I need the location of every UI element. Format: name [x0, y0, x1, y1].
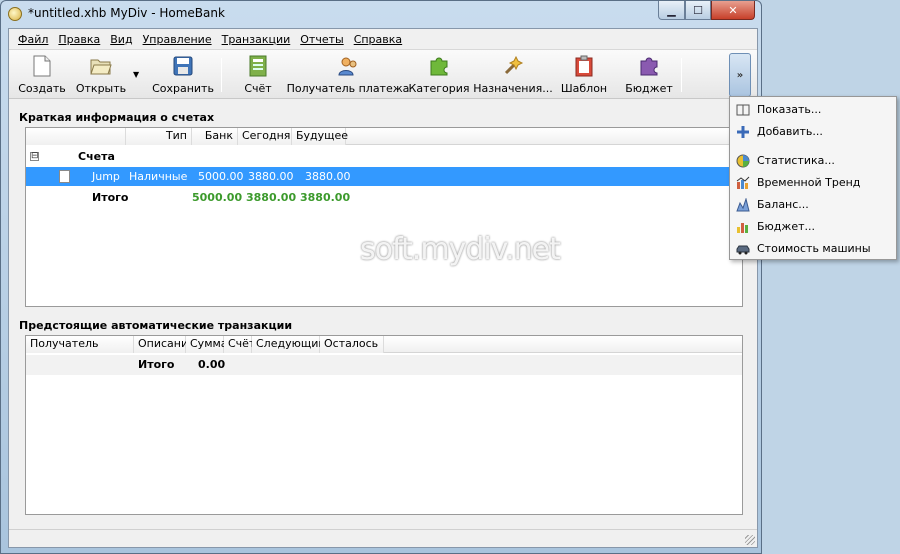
menu-item-show[interactable]: Показать... — [732, 100, 894, 120]
book-icon — [736, 104, 750, 116]
scheduled-title: Предстоящие автоматические транзакции — [19, 319, 293, 332]
payee-button[interactable]: Получатель платежа — [287, 52, 409, 98]
double-chevron-right-icon: » — [736, 69, 744, 81]
accounts-tree: Тип Банк Сегодня Будущее ⊟ Счета Jump На… — [25, 127, 743, 307]
save-floppy-icon — [172, 54, 194, 78]
new-button[interactable]: Создать — [17, 52, 67, 98]
column-header-bank[interactable]: Банк — [192, 128, 238, 145]
menu-help[interactable]: Справка — [349, 33, 407, 46]
total-future: 3880.00 — [300, 191, 351, 204]
column-header-name[interactable] — [26, 128, 126, 145]
column-header-type[interactable]: Тип — [126, 128, 192, 145]
total-today: 3880.00 — [246, 191, 297, 204]
plus-icon — [737, 126, 749, 138]
app-window: *untitled.xhb MyDiv - HomeBank ▁ ☐ ✕ Фай… — [0, 0, 762, 554]
column-header-today[interactable]: Сегодня — [238, 128, 292, 145]
main-toolbar: Создать Открыть ▼ Сохранить Счёт Получат… — [9, 49, 757, 99]
accounts-total-row: Итого 5000.00 3880.00 3880.00 — [26, 188, 742, 207]
menu-item-balance[interactable]: Баланс... — [732, 195, 894, 215]
group-label: Счета — [78, 150, 115, 163]
open-recent-dropdown-icon[interactable]: ▼ — [133, 70, 139, 79]
column-header-next[interactable]: Следующий: — [252, 336, 329, 353]
accounts-summary-title: Краткая информация о счетах — [19, 111, 215, 124]
column-header-future[interactable]: Будущее — [292, 128, 348, 145]
payee-person-icon — [337, 54, 359, 78]
template-clipboard-icon — [573, 54, 595, 78]
open-folder-icon — [90, 54, 112, 78]
minimize-icon: ▁ — [667, 3, 676, 17]
window-title: *untitled.xhb MyDiv - HomeBank — [28, 6, 225, 20]
new-document-icon — [31, 54, 53, 78]
assignments-button[interactable]: Назначения... — [473, 52, 553, 98]
save-button[interactable]: Сохранить — [152, 52, 214, 98]
toolbar-overflow-menu: Показать... Добавить... Статистика... Вр… — [729, 96, 897, 260]
total-label: Итого — [92, 191, 129, 204]
account-future: 3880.00 — [305, 170, 351, 183]
total-bank: 5000.00 — [192, 191, 243, 204]
close-button[interactable]: ✕ — [711, 1, 755, 20]
column-header-remaining[interactable]: Осталось ▲ — [320, 336, 384, 365]
menu-item-vehicle-cost[interactable]: Стоимость машины — [732, 239, 894, 259]
account-type: Наличные — [129, 170, 188, 183]
column-header-description[interactable]: Описание — [134, 336, 195, 353]
toolbar-separator — [681, 58, 682, 92]
template-button[interactable]: Шаблон — [561, 52, 607, 98]
scheduled-total-amount: 0.00 — [198, 358, 226, 371]
budget-button[interactable]: Бюджет — [625, 52, 673, 98]
account-document-icon — [59, 170, 70, 183]
maximize-button[interactable]: ☐ — [685, 1, 711, 20]
account-group-row[interactable]: ⊟ Счета — [26, 147, 742, 166]
trend-chart-icon — [736, 176, 750, 189]
category-puzzle-icon — [428, 54, 450, 78]
menu-file[interactable]: Файл — [13, 33, 53, 46]
car-icon — [736, 245, 750, 255]
account-name: Jump — [92, 170, 120, 183]
balance-chart-icon — [736, 198, 750, 212]
title-bar[interactable]: *untitled.xhb MyDiv - HomeBank ▁ ☐ ✕ — [1, 1, 761, 27]
menu-item-budget[interactable]: Бюджет... — [732, 217, 894, 237]
budget-chart-icon — [737, 223, 748, 233]
assignments-wand-icon — [502, 54, 524, 78]
collapse-icon[interactable]: ⊟ — [30, 152, 39, 161]
minimize-button[interactable]: ▁ — [658, 1, 685, 20]
open-button[interactable]: Открыть — [75, 52, 127, 98]
pie-chart-icon — [736, 154, 750, 168]
account-button[interactable]: Счёт — [241, 52, 275, 98]
scheduled-list: Получатель платежа Описание Сумма Счёт С… — [25, 335, 743, 515]
menu-item-statistics[interactable]: Статистика... — [732, 151, 894, 171]
category-button[interactable]: Категория — [409, 52, 470, 98]
column-header-amount[interactable]: Сумма — [186, 336, 228, 353]
toolbar-separator — [221, 58, 222, 92]
menu-item-trend[interactable]: Временной Тренд — [732, 173, 894, 193]
menu-reports[interactable]: Отчеты — [295, 33, 348, 46]
account-ledger-icon — [247, 54, 269, 78]
column-header-payee[interactable]: Получатель платежа — [26, 336, 134, 366]
menu-bar: Файл Правка Вид Управление Транзакции От… — [9, 29, 757, 49]
scheduled-total-label: Итого — [138, 358, 175, 371]
resize-grip-icon[interactable] — [745, 535, 755, 545]
menu-view[interactable]: Вид — [105, 33, 137, 46]
watermark-text: soft.mydiv.net — [360, 232, 561, 267]
account-row[interactable]: Jump Наличные 5000.00 3880.00 3880.00 — [26, 167, 742, 186]
close-icon: ✕ — [728, 3, 738, 17]
account-bank: 5000.00 — [198, 170, 244, 183]
column-header-account[interactable]: Счёт — [224, 336, 255, 353]
menu-item-add[interactable]: Добавить... — [732, 122, 894, 142]
client-area: Файл Правка Вид Управление Транзакции От… — [8, 28, 758, 548]
menu-manage[interactable]: Управление — [138, 33, 217, 46]
toolbar-overflow-button[interactable]: » — [729, 53, 751, 97]
maximize-icon: ☐ — [693, 3, 703, 17]
account-today: 3880.00 — [248, 170, 294, 183]
menu-transactions[interactable]: Транзакции — [217, 33, 296, 46]
budget-puzzle-icon — [638, 54, 660, 78]
status-bar — [9, 529, 757, 547]
homebank-app-icon — [8, 7, 22, 21]
menu-edit[interactable]: Правка — [53, 33, 105, 46]
scheduled-total-row: Итого 0.00 — [26, 355, 742, 375]
